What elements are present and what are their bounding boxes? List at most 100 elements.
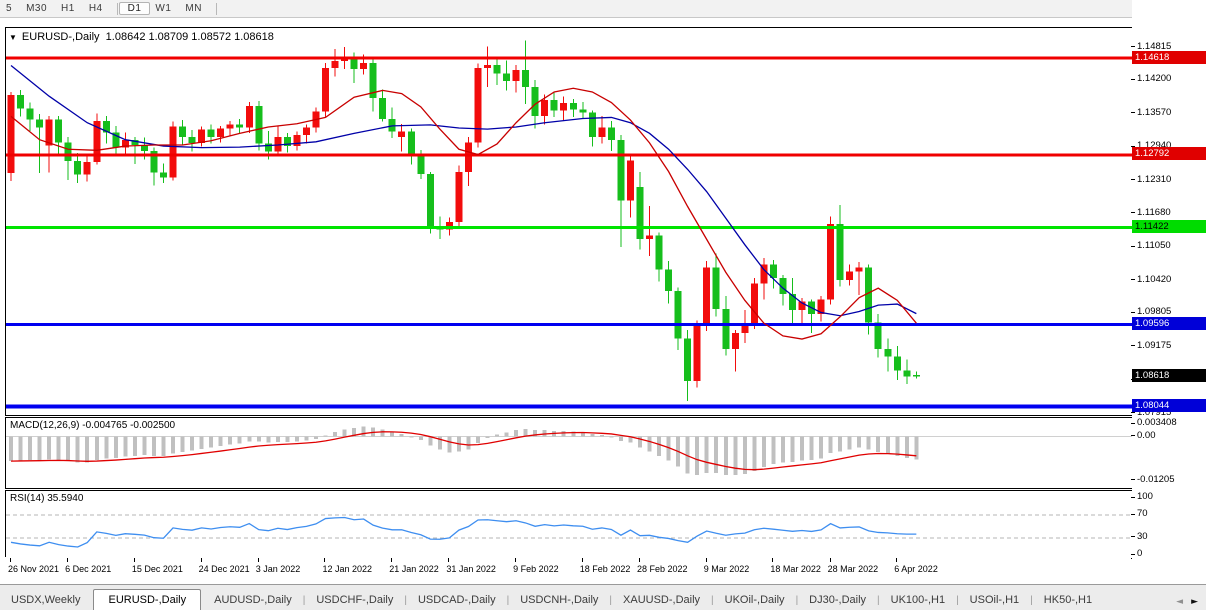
timeframe-button-H4[interactable]: H4	[80, 2, 112, 15]
macd-bar	[590, 434, 594, 436]
macd-bar	[600, 435, 604, 436]
candle-bear	[189, 137, 196, 143]
chart-tabs-bar: USDX,WeeklyEURUSD-,DailyAUDUSD-,Daily|US…	[0, 584, 1206, 610]
price-tick-mark	[1131, 46, 1135, 47]
chevron-down-icon[interactable]: ▼	[9, 33, 17, 42]
chart-ohlc-values: 1.08642 1.08709 1.08572 1.08618	[106, 31, 274, 43]
date-tick-mark	[134, 558, 135, 562]
macd-bar	[428, 437, 432, 446]
price-tick-label: 1.09175	[1137, 340, 1171, 351]
macd-bar	[219, 437, 223, 447]
macd-bar	[857, 437, 861, 448]
macd-bar	[104, 437, 108, 459]
price-tick-label: 1.12310	[1137, 174, 1171, 185]
macd-tick-label: 0.00	[1137, 430, 1156, 441]
timeframe-button-MN[interactable]: MN	[176, 2, 211, 15]
tab-scroll-right-icon[interactable]: ►	[1191, 597, 1198, 607]
tab-usoil-h1[interactable]: USOil-,H1	[959, 590, 1031, 610]
tab-ukoil-daily[interactable]: UKOil-,Daily	[714, 590, 796, 610]
candlestick-chart[interactable]	[6, 28, 1132, 415]
candle-bear	[551, 100, 558, 111]
macd-bar	[476, 437, 480, 444]
date-tick-mark	[201, 558, 202, 562]
candle-bull	[484, 65, 491, 68]
candle-bull	[560, 103, 567, 110]
candle-bull	[246, 106, 253, 128]
rsi-chart[interactable]	[6, 491, 1132, 558]
rsi-tick-mark	[1131, 554, 1135, 555]
candle-bull	[732, 333, 739, 349]
macd-bar	[276, 437, 280, 442]
tab-usdcad-daily[interactable]: USDCAD-,Daily	[407, 590, 507, 610]
trading-terminal-window: 5M30H1H4D1W1MN ▼ EURUSD-,Daily 1.08642 1.…	[0, 0, 1206, 610]
candle-bear	[427, 174, 434, 227]
price-level-badge: 1.14618	[1132, 51, 1206, 64]
rsi-tick-mark	[1131, 497, 1135, 498]
macd-bar	[47, 437, 51, 460]
macd-bar	[95, 437, 99, 461]
tab-usdchf-daily[interactable]: USDCHF-,Daily	[305, 590, 404, 610]
rsi-tick-label: 30	[1137, 531, 1148, 542]
candle-bear	[589, 113, 596, 137]
macd-bar	[819, 437, 823, 459]
candle-bull	[751, 283, 758, 324]
macd-bar	[142, 437, 146, 456]
tab-audusd-daily[interactable]: AUDUSD-,Daily	[203, 590, 303, 610]
price-tick-mark	[1131, 212, 1135, 213]
price-axis[interactable]: 1.148151.142001.135701.129401.123101.116…	[1132, 0, 1206, 584]
price-level-badge: 1.11422	[1132, 220, 1206, 233]
candle-bear	[503, 73, 510, 80]
macd-bar	[200, 437, 204, 449]
timeframe-button-W1[interactable]: W1	[146, 2, 180, 15]
candle-bull	[198, 130, 205, 143]
macd-bar	[209, 437, 213, 448]
macd-bar	[333, 432, 337, 436]
candle-bear	[884, 349, 891, 356]
candle-bear	[236, 124, 243, 127]
tab-usdcnh-daily[interactable]: USDCNH-,Daily	[509, 590, 609, 610]
candle-bear	[160, 173, 167, 178]
macd-bar	[419, 437, 423, 440]
candle-bear	[570, 103, 577, 109]
macd-bar	[314, 437, 318, 440]
toolbar-separator	[216, 3, 217, 15]
macd-values: -0.004765 -0.002500	[82, 420, 175, 431]
candlestick-series	[8, 41, 920, 402]
price-tick-label: 1.10420	[1137, 274, 1171, 285]
macd-bar	[66, 437, 70, 462]
time-axis[interactable]: 26 Nov 20216 Dec 202115 Dec 202124 Dec 2…	[0, 557, 1131, 583]
date-tick-mark	[772, 558, 773, 562]
macd-bar	[486, 437, 490, 439]
candle-bull	[170, 126, 177, 177]
candle-bear	[179, 126, 186, 137]
rsi-value: 35.5940	[47, 493, 83, 504]
macd-bar	[619, 437, 623, 442]
macd-bar	[228, 437, 232, 445]
macd-bar	[895, 437, 899, 457]
rsi-indicator-panel[interactable]	[5, 490, 1133, 559]
macd-bar	[714, 437, 718, 473]
macd-bar	[790, 437, 794, 462]
macd-tick-label: 0.003408	[1137, 417, 1177, 428]
macd-bar	[133, 437, 137, 456]
timeframe-button-M30[interactable]: M30	[17, 2, 56, 15]
macd-bar	[266, 437, 270, 443]
main-chart-panel[interactable]	[5, 27, 1133, 416]
tab-usdx-weekly[interactable]: USDX,Weekly	[0, 590, 91, 610]
macd-bar	[247, 437, 251, 442]
macd-bar	[390, 432, 394, 436]
candle-bull	[513, 70, 520, 81]
macd-bar	[28, 437, 32, 461]
tab-hk50-h1[interactable]: HK50-,H1	[1033, 590, 1103, 610]
candle-bear	[913, 375, 920, 376]
candle-bull	[8, 95, 15, 173]
macd-bar	[743, 437, 747, 475]
macd-bar	[800, 437, 804, 461]
timeframe-toolbar: 5M30H1H4D1W1MN	[0, 0, 1206, 18]
tab-xauusd-daily[interactable]: XAUUSD-,Daily	[612, 590, 711, 610]
tab-uk100-h1[interactable]: UK100-,H1	[880, 590, 956, 610]
candle-bear	[722, 309, 729, 349]
tab-eurusd-daily[interactable]: EURUSD-,Daily	[93, 589, 201, 610]
tab-dj30-daily[interactable]: DJ30-,Daily	[798, 590, 877, 610]
tab-scroll-left-icon[interactable]: ◄	[1176, 597, 1183, 607]
